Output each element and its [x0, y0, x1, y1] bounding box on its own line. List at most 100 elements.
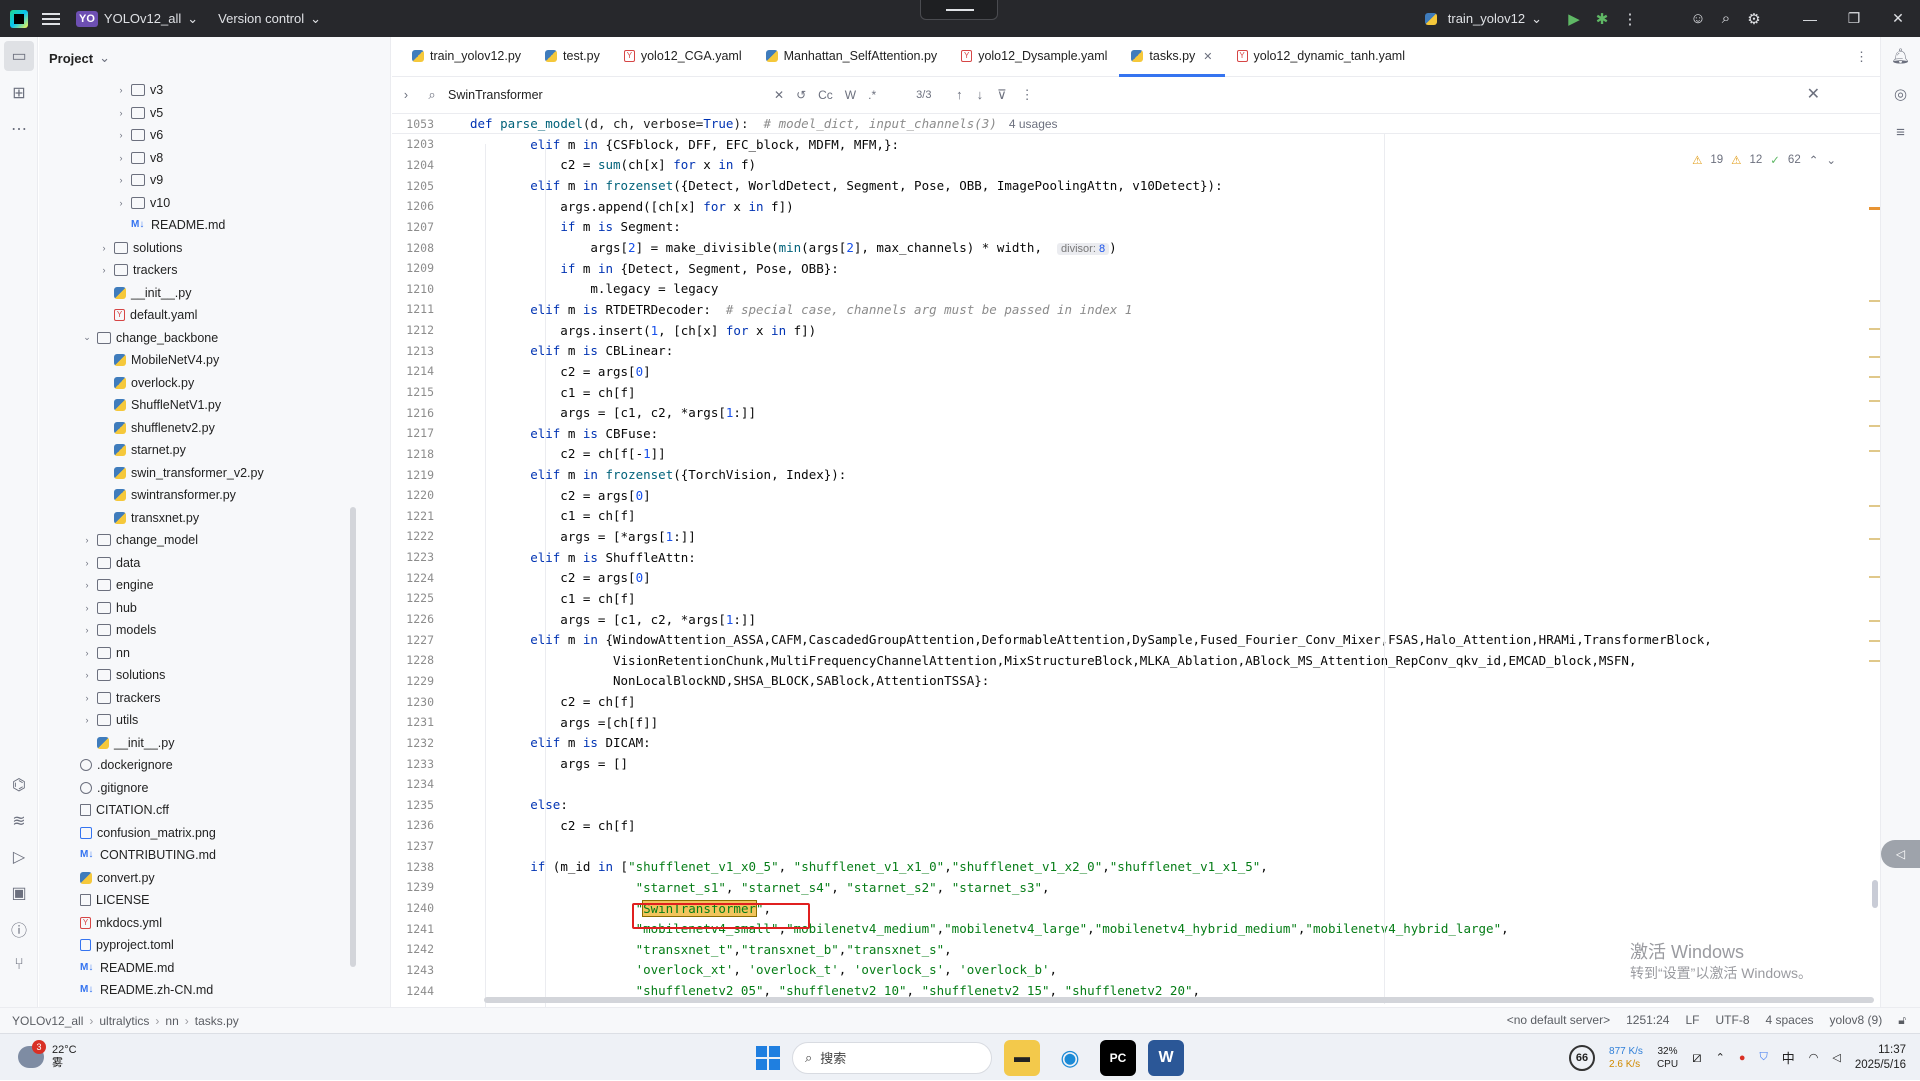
code-line[interactable]: 1208 args[2] = make_divisible(min(args[2…: [392, 237, 1880, 258]
code-line[interactable]: 1239 "starnet_s1", "starnet_s4", "starne…: [392, 877, 1880, 898]
volume-icon[interactable]: ◁: [1832, 1051, 1840, 1064]
chevron-right-icon[interactable]: ›: [80, 535, 94, 545]
edge-browser-icon[interactable]: ◉: [1052, 1040, 1088, 1076]
chevron-up-icon[interactable]: ⌃: [1716, 1051, 1725, 1064]
chevron-right-icon[interactable]: ›: [80, 715, 94, 725]
run-config-selector[interactable]: train_yolov12 ⌄: [1422, 11, 1542, 27]
tree-item[interactable]: shufflenetv2.py: [39, 417, 390, 440]
code-line[interactable]: 1220 c2 = args[0]: [392, 485, 1880, 506]
structure-icon[interactable]: ⊞: [0, 75, 38, 111]
tree-item[interactable]: M↓ README.md: [39, 957, 390, 980]
code-line[interactable]: 1224 c2 = args[0]: [392, 567, 1880, 588]
tree-item[interactable]: › trackers: [39, 259, 390, 282]
arrow-down-icon[interactable]: ↓: [977, 87, 984, 103]
layers-icon[interactable]: ≋: [0, 803, 38, 839]
vcs-menu[interactable]: Version control ⌄: [218, 11, 321, 27]
gear-icon[interactable]: ⚙: [1740, 10, 1768, 28]
code-line[interactable]: 1222 args = [*args[1:]]: [392, 526, 1880, 547]
chevron-right-icon[interactable]: ›: [114, 198, 128, 208]
services-icon[interactable]: ▷: [0, 839, 38, 875]
regex-toggle[interactable]: .*: [868, 88, 876, 102]
file-explorer-icon[interactable]: ▬: [1004, 1039, 1040, 1076]
close-button[interactable]: ✕: [1876, 10, 1920, 27]
indent-setting[interactable]: 4 spaces: [1766, 1013, 1814, 1028]
arrow-up-icon[interactable]: ↑: [956, 87, 963, 103]
code-line[interactable]: 1205 elif m in frozenset({Detect, WorldD…: [392, 175, 1880, 196]
code-line[interactable]: 1217 elif m is CBFuse:: [392, 423, 1880, 444]
breadcrumb-item[interactable]: nn: [165, 1014, 178, 1028]
chevron-right-icon[interactable]: ›: [97, 265, 111, 275]
more-tools-icon[interactable]: ⋯: [0, 111, 38, 147]
breadcrumb-item[interactable]: YOLOv12_all: [12, 1014, 83, 1028]
chevron-right-icon[interactable]: ›: [80, 670, 94, 680]
project-scrollbar[interactable]: [350, 507, 356, 967]
tree-item[interactable]: starnet.py: [39, 439, 390, 462]
tree-item[interactable]: transxnet.py: [39, 507, 390, 530]
code-line[interactable]: 1230 c2 = ch[f]: [392, 691, 1880, 712]
chevron-right-icon[interactable]: ›: [114, 153, 128, 163]
code-line[interactable]: 1233 args = []: [392, 753, 1880, 774]
tray-app-icon[interactable]: ●: [1739, 1052, 1746, 1064]
pycharm-taskbar-icon[interactable]: PC: [1100, 1039, 1136, 1076]
code-line[interactable]: 1234: [392, 774, 1880, 795]
code-line[interactable]: 1221 c1 = ch[f]: [392, 506, 1880, 527]
tree-item[interactable]: › v3: [39, 79, 390, 102]
project-panel-header[interactable]: Project ⌄: [39, 37, 390, 79]
code-line[interactable]: 1240 "SwinTransformer",: [392, 898, 1880, 919]
tree-item[interactable]: __init__.py: [39, 732, 390, 755]
tree-item[interactable]: › v10: [39, 192, 390, 215]
code-line[interactable]: 1226 args = [c1, c2, *args[1:]]: [392, 609, 1880, 630]
code-line[interactable]: 1225 c1 = ch[f]: [392, 588, 1880, 609]
code-line[interactable]: 1236 c2 = ch[f]: [392, 815, 1880, 836]
tree-item[interactable]: Ydefault.yaml: [39, 304, 390, 327]
code-line[interactable]: 1237: [392, 836, 1880, 857]
editor-tab[interactable]: test.py: [533, 36, 612, 76]
caret-position[interactable]: 1251:24: [1626, 1013, 1669, 1028]
git-icon[interactable]: ⑂: [0, 947, 38, 983]
breadcrumb-item[interactable]: ultralytics: [99, 1014, 149, 1028]
chevron-right-icon[interactable]: ›: [97, 243, 111, 253]
windows-start-icon[interactable]: [756, 1045, 780, 1070]
pycharm-logo-icon[interactable]: [10, 9, 28, 28]
editor-tab[interactable]: tasks.py ✕: [1119, 36, 1225, 77]
more-actions-icon[interactable]: ⋮: [1616, 10, 1644, 28]
editor-tab[interactable]: Manhattan_SelfAttention.py: [754, 36, 950, 76]
code-line[interactable]: 1232 elif m is DICAM:: [392, 733, 1880, 754]
chevron-right-icon[interactable]: ›: [114, 85, 128, 95]
chevron-right-icon[interactable]: ›: [114, 108, 128, 118]
code-line[interactable]: 1207 if m is Segment:: [392, 217, 1880, 238]
chevron-right-icon[interactable]: ›: [114, 175, 128, 185]
display-icon[interactable]: ⧄: [1692, 1049, 1702, 1066]
code-line[interactable]: 1209 if m in {Detect, Segment, Pose, OBB…: [392, 258, 1880, 279]
code-line[interactable]: 1213 elif m is CBLinear:: [392, 340, 1880, 361]
tree-item[interactable]: .dockerignore: [39, 754, 390, 777]
tree-item[interactable]: › v8: [39, 147, 390, 170]
ime-indicator[interactable]: 中: [1782, 1048, 1795, 1067]
code-line[interactable]: 1241 "mobilenetv4_small","mobilenetv4_me…: [392, 918, 1880, 939]
code-line[interactable]: 1235 else:: [392, 795, 1880, 816]
tree-item[interactable]: convert.py: [39, 867, 390, 890]
tree-item[interactable]: M↓ README.zh-CN.md: [39, 979, 390, 1002]
tree-item[interactable]: ⌄ change_backbone: [39, 327, 390, 350]
clock[interactable]: 11:37 2025/5/16: [1855, 1043, 1906, 1073]
code-line[interactable]: 1214 c2 = args[0]: [392, 361, 1880, 382]
code-line[interactable]: 1218 c2 = ch[f[-1]]: [392, 444, 1880, 465]
usages-link[interactable]: 4 usages: [1009, 117, 1058, 131]
match-case-toggle[interactable]: Cc: [818, 88, 833, 102]
chevron-right-icon[interactable]: ›: [392, 88, 420, 102]
problems-icon[interactable]: ⓘ: [0, 911, 38, 947]
code-line[interactable]: 1210 m.legacy = legacy: [392, 278, 1880, 299]
chevron-right-icon[interactable]: ›: [80, 580, 94, 590]
sticky-header[interactable]: 1053 def parse_model(d, ch, verbose=True…: [392, 114, 1880, 134]
weather-widget[interactable]: 3 22°C 雾: [0, 1040, 77, 1070]
main-menu-icon[interactable]: [42, 12, 60, 25]
tree-item[interactable]: swintransformer.py: [39, 484, 390, 507]
editor-tab[interactable]: Yyolo12_CGA.yaml: [612, 36, 754, 76]
wifi-icon[interactable]: ◠: [1809, 1051, 1819, 1064]
word-icon[interactable]: W: [1148, 1039, 1184, 1076]
minimize-button[interactable]: —: [1788, 11, 1832, 27]
find-input[interactable]: SwinTransformer: [444, 88, 784, 102]
tree-item[interactable]: › models: [39, 619, 390, 642]
code-line[interactable]: 1211 elif m is RTDETRDecoder: # special …: [392, 299, 1880, 320]
tree-item[interactable]: › v5: [39, 102, 390, 125]
